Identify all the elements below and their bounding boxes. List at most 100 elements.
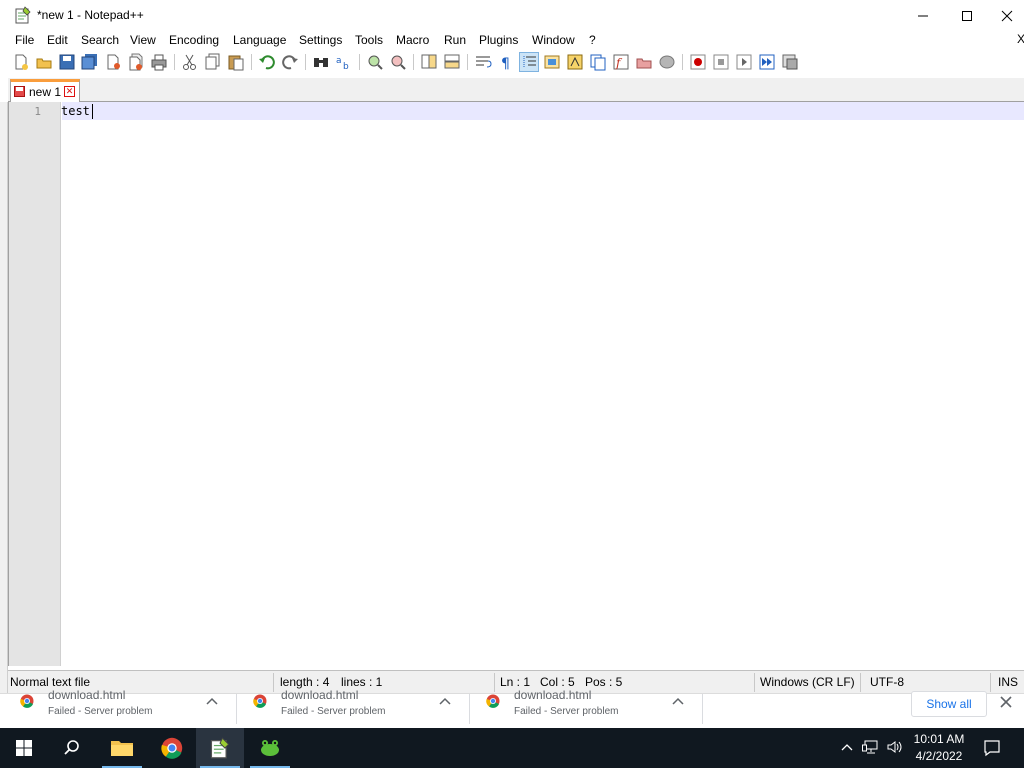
maximize-button[interactable] [944, 0, 990, 31]
zoom-out-icon[interactable] [389, 53, 407, 71]
status-separator [494, 673, 495, 692]
tab-close-icon[interactable]: ✕ [64, 86, 75, 97]
menu-help[interactable]: ? [589, 33, 596, 47]
minimize-button[interactable] [900, 0, 946, 31]
document-list-icon[interactable] [589, 53, 607, 71]
toolbar-separator [467, 54, 468, 70]
search-icon [64, 740, 79, 755]
menu-edit[interactable]: Edit [47, 33, 68, 47]
print-icon[interactable] [150, 53, 168, 71]
chevron-up-icon[interactable] [205, 696, 219, 706]
window-title: *new 1 - Notepad++ [37, 8, 144, 22]
save-all-icon[interactable] [81, 53, 99, 71]
menu-run[interactable]: Run [444, 33, 466, 47]
title-bar: *new 1 - Notepad++ [0, 0, 1024, 31]
find-icon[interactable] [312, 53, 330, 71]
indent-guide-icon[interactable] [519, 52, 539, 72]
download-item[interactable]: download.html Failed - Server problem [466, 688, 699, 729]
cut-icon[interactable] [181, 53, 199, 71]
status-eol[interactable]: Windows (CR LF) [760, 675, 855, 689]
download-item[interactable]: download.html Failed - Server problem [233, 688, 466, 729]
current-line-highlight [62, 102, 1024, 120]
line-number-gutter: 1 [9, 102, 61, 666]
show-all-characters-icon[interactable]: ¶ [497, 53, 515, 71]
network-icon[interactable] [862, 739, 880, 755]
undo-icon[interactable] [258, 53, 276, 71]
taskbar-chrome[interactable] [148, 728, 196, 768]
menu-language[interactable]: Language [233, 33, 286, 47]
function-list-icon[interactable]: f [612, 53, 630, 71]
download-item[interactable]: download.html Failed - Server problem [0, 688, 233, 729]
toolbar-separator [359, 54, 360, 70]
volume-icon[interactable] [886, 739, 904, 755]
download-filename: download.html [281, 688, 359, 700]
chevron-up-icon[interactable] [438, 696, 452, 706]
stop-macro-icon[interactable] [712, 53, 730, 71]
editor-area[interactable]: 1 test [8, 102, 1024, 666]
editor-line-text[interactable]: test [61, 104, 90, 118]
menu-file[interactable]: File [15, 33, 34, 47]
notification-center-icon[interactable] [983, 739, 1001, 757]
notepad-plus-plus-icon [15, 6, 31, 24]
status-separator [754, 673, 755, 692]
status-length: length : 4 [280, 675, 330, 689]
record-macro-icon[interactable] [689, 53, 707, 71]
text-caret [92, 104, 93, 119]
paste-icon[interactable] [227, 53, 245, 71]
status-separator [990, 673, 991, 692]
sync-vertical-icon[interactable] [420, 53, 438, 71]
toolbar-separator [305, 54, 306, 70]
taskbar-search-button[interactable] [48, 728, 96, 768]
menu-tools[interactable]: Tools [355, 33, 383, 47]
new-file-icon[interactable] [12, 53, 30, 71]
user-defined-language-icon[interactable] [543, 53, 561, 71]
download-filename: download.html [48, 688, 126, 700]
close-download-bar-icon[interactable] [998, 694, 1014, 710]
menu-encoding[interactable]: Encoding [169, 33, 219, 47]
menu-close-document[interactable]: X [1017, 32, 1024, 46]
download-status: Failed - Server problem [48, 706, 153, 717]
play-macro-icon[interactable] [735, 53, 753, 71]
close-file-icon[interactable] [104, 53, 122, 71]
status-file-type: Normal text file [10, 675, 91, 689]
chrome-icon [20, 694, 34, 708]
menu-macro[interactable]: Macro [396, 33, 429, 47]
taskbar-frog-app[interactable] [246, 728, 294, 768]
menu-plugins[interactable]: Plugins [479, 33, 518, 47]
menu-settings[interactable]: Settings [299, 33, 342, 47]
save-macro-icon[interactable] [781, 53, 799, 71]
status-line: Ln : 1 [500, 675, 531, 689]
open-file-icon[interactable] [35, 53, 53, 71]
replace-icon[interactable]: ab [335, 53, 353, 71]
close-all-icon[interactable] [127, 53, 145, 71]
close-window-button[interactable] [990, 0, 1024, 31]
unsaved-file-icon [14, 86, 25, 97]
word-wrap-icon[interactable] [474, 53, 492, 71]
save-icon[interactable] [58, 53, 76, 71]
chevron-up-icon[interactable] [840, 742, 854, 752]
tab-new-1[interactable]: new 1 ✕ [10, 79, 80, 102]
copy-icon[interactable] [204, 53, 222, 71]
clock-time[interactable]: 10:01 AM [906, 732, 972, 746]
sync-horizontal-icon[interactable] [443, 53, 461, 71]
status-column: Col : 5 [540, 675, 575, 689]
taskbar-notepad-plus-plus[interactable] [196, 728, 244, 768]
menu-window[interactable]: Window [532, 33, 575, 47]
document-map-icon[interactable] [566, 53, 584, 71]
show-all-downloads-button[interactable]: Show all [911, 691, 987, 717]
zoom-in-icon[interactable] [366, 53, 384, 71]
taskbar: 10:01 AM 4/2/2022 [0, 728, 1024, 768]
taskbar-file-explorer[interactable] [98, 728, 146, 768]
toolbar-separator [174, 54, 175, 70]
clock-date[interactable]: 4/2/2022 [906, 749, 972, 763]
menu-view[interactable]: View [130, 33, 156, 47]
monitoring-icon[interactable] [658, 53, 676, 71]
download-status: Failed - Server problem [281, 706, 386, 717]
redo-icon[interactable] [281, 53, 299, 71]
status-encoding[interactable]: UTF-8 [870, 675, 904, 689]
start-button[interactable] [0, 728, 48, 768]
chevron-up-icon[interactable] [671, 696, 685, 706]
menu-search[interactable]: Search [81, 33, 119, 47]
play-macro-multiple-icon[interactable] [758, 53, 776, 71]
folder-as-workspace-icon[interactable] [635, 53, 653, 71]
